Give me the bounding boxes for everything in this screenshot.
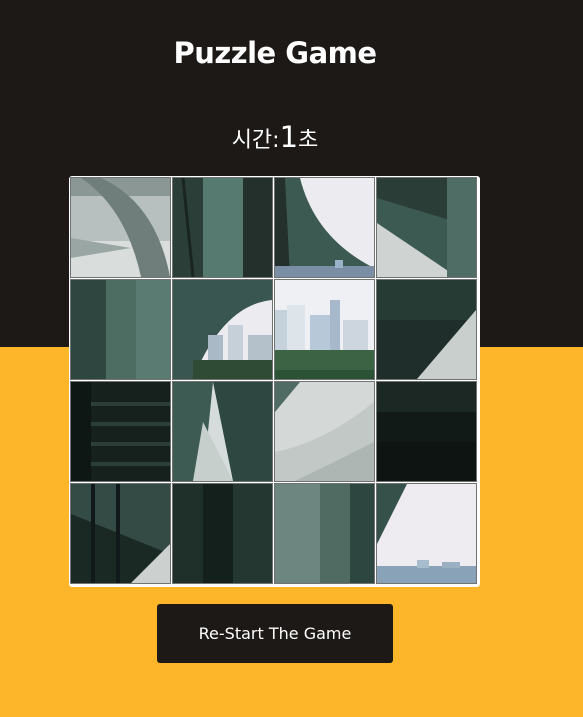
puzzle-tile[interactable] [274, 279, 375, 380]
puzzle-tile[interactable] [376, 177, 477, 278]
timer: 시간:1초 [0, 120, 550, 154]
puzzle-tile[interactable] [70, 279, 171, 380]
puzzle-tile[interactable] [70, 177, 171, 278]
puzzle-tile[interactable] [70, 483, 171, 584]
timer-unit: 초 [298, 128, 319, 153]
puzzle-tile[interactable] [172, 381, 273, 482]
puzzle-tile[interactable] [274, 177, 375, 278]
puzzle-tile[interactable] [172, 279, 273, 380]
puzzle-tile[interactable] [274, 381, 375, 482]
restart-button[interactable]: Re-Start The Game [157, 604, 393, 663]
page-title: Puzzle Game [173, 36, 377, 70]
puzzle-tile[interactable] [376, 279, 477, 380]
puzzle-tile[interactable] [172, 177, 273, 278]
puzzle-tile[interactable] [274, 483, 375, 584]
timer-label: 시간: [231, 128, 280, 153]
puzzle-board [69, 176, 480, 587]
puzzle-tile[interactable] [70, 381, 171, 482]
puzzle-tile[interactable] [376, 483, 477, 584]
puzzle-tile[interactable] [376, 381, 477, 482]
timer-value: 1 [279, 120, 299, 154]
puzzle-tile[interactable] [172, 483, 273, 584]
